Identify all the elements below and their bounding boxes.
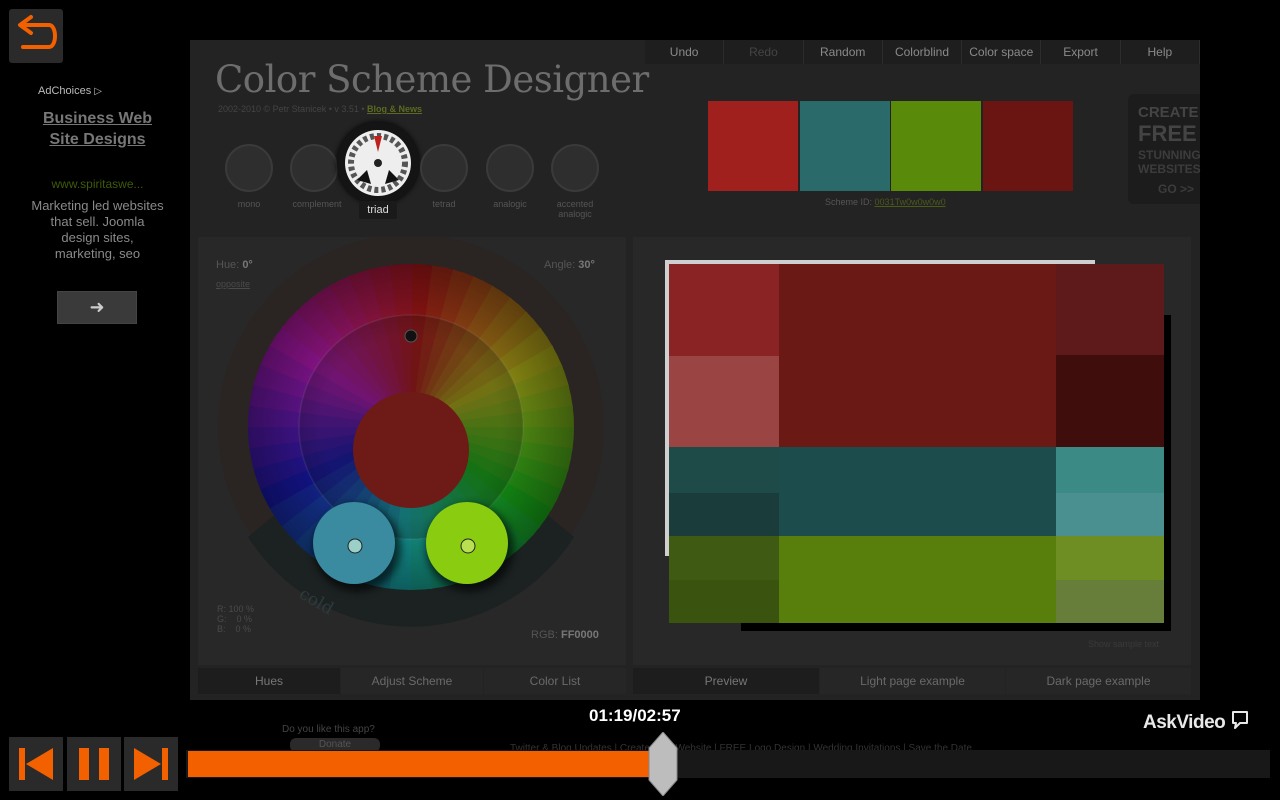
pause-icon [79,748,109,780]
speech-bubble-icon [1232,711,1249,729]
app-menu: Undo Redo Random Colorblind Color space … [645,40,1200,64]
skip-next-icon [134,748,168,780]
swatch-primary[interactable] [708,101,798,191]
adchoices[interactable]: AdChoices ▷ [38,85,102,97]
rgb-label: RGB: [531,629,558,641]
progress-scrubber[interactable] [648,732,678,796]
scheme-preview [665,260,1171,631]
mode-analogic-label: analogic [493,199,527,209]
menu-redo[interactable]: Redo [724,40,804,64]
menu-help[interactable]: Help [1121,40,1200,64]
menu-export[interactable]: Export [1041,40,1121,64]
ad-right-go: GO >> [1158,182,1195,196]
mode-accented-analogic-label: accented analogic [556,199,594,219]
mode-analogic-icon[interactable] [486,144,534,192]
rgb-percent-readout: R: 100 % G: 0 % B: 0 % [217,604,255,634]
menu-undo[interactable]: Undo [645,40,725,64]
mode-mono-label: mono [237,199,261,209]
swatch-complement[interactable] [983,101,1073,191]
mode-complement-icon[interactable] [290,144,338,192]
tab-dark-page-example[interactable]: Dark page example [1006,668,1191,694]
like-app-text: Do you like this app? [282,724,375,735]
mode-tetrad-icon[interactable] [420,144,468,192]
primary-hue-handle[interactable] [404,329,418,343]
pause-button[interactable] [67,737,121,791]
menu-random[interactable]: Random [804,40,883,64]
color-wheel[interactable]: warm cold [198,237,626,665]
time-readout: 01:19/02:57 [589,706,681,725]
tab-preview[interactable]: Preview [633,668,819,694]
adchoices-label: AdChoices [38,85,92,97]
previous-button[interactable] [9,737,63,791]
show-sample-text-toggle[interactable]: Show sample text [1088,639,1159,649]
ad-go-button[interactable]: ➜ [57,291,137,324]
ad-url[interactable]: www.spiritaswe... [40,177,155,191]
copyright-text: 2002-2010 © Petr Stanicek • v 3.51 • [218,104,365,114]
progress-fill [188,751,663,777]
mode-tetrad-label: tetrad [432,199,456,209]
primary-hue-center [353,392,469,508]
app-title: Color Scheme Designer [215,58,649,101]
mode-triad-label: triad [359,201,397,219]
mode-triad-icon[interactable] [337,122,419,204]
rgb-value: FF0000 [560,629,599,641]
skip-previous-icon [19,748,53,780]
menu-color-space[interactable]: Color space [962,40,1042,64]
adchoices-icon: ▷ [94,86,102,97]
menu-colorblind[interactable]: Colorblind [883,40,963,64]
back-arrow-icon [18,15,57,49]
arrow-right-icon: ➜ [89,297,105,317]
swatch-secondary-b[interactable] [891,101,981,191]
tab-light-page-example[interactable]: Light page example [820,668,1005,694]
mode-accented-analogic-icon[interactable] [551,144,599,192]
rgb-hex-readout: RGB: FF0000 [531,629,599,641]
ad-title-link[interactable]: Business Web Site Designs [40,108,155,150]
app-subtitle: 2002-2010 © Petr Stanicek • v 3.51 • Blo… [218,104,422,114]
tab-hues[interactable]: Hues [198,668,340,694]
scheme-id: Scheme ID: 0031Tw0w0w0w0 [825,197,946,207]
mode-mono-icon[interactable] [225,144,273,192]
scheme-id-label: Scheme ID: [825,197,873,207]
ad-body: Marketing led websites that sell. Joomla… [31,198,164,261]
top-bar [0,0,1280,40]
swatch-secondary-a[interactable] [800,101,890,191]
ad-banner-right[interactable]: CREATE FREE STUNNING WEBSITES GO >> [1128,94,1201,204]
tab-color-list[interactable]: Color List [484,668,626,694]
triad-wheel-icon [345,130,411,196]
brand-text: AskVideo [1143,712,1226,733]
next-button[interactable] [124,737,178,791]
ad-right-line4: WEBSITES [1138,162,1201,176]
scheme-id-link[interactable]: 0031Tw0w0w0w0 [875,197,946,207]
back-button[interactable] [9,9,63,63]
askvideo-logo: AskVideo [1143,710,1250,734]
tab-adjust-scheme[interactable]: Adjust Scheme [341,668,483,694]
ad-right-line1: CREATE [1138,104,1199,121]
blog-link[interactable]: Blog & News [367,104,422,114]
ad-right-line3: STUNNING [1138,148,1201,162]
ad-right-line2: FREE [1138,121,1197,146]
